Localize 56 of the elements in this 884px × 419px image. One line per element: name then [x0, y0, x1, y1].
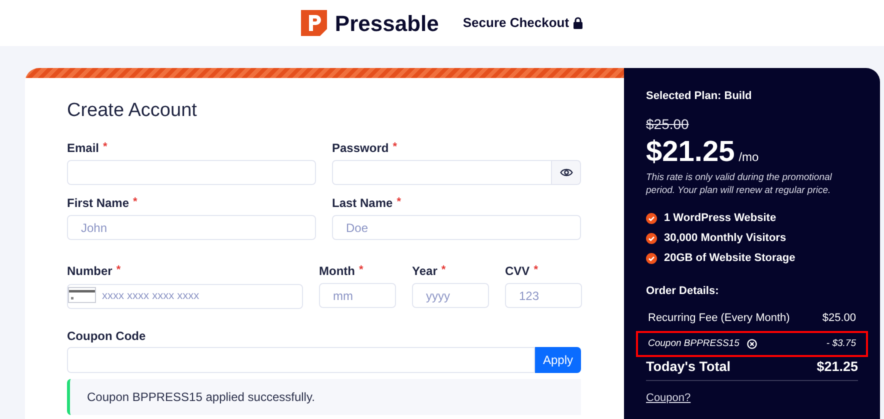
card-number-field[interactable]: xxxx xxxx xxxx xxxx [67, 284, 303, 308]
password-field[interactable] [332, 160, 552, 185]
check-icon [646, 212, 657, 224]
field-label: Last Name [332, 194, 393, 212]
required-mark: * [103, 140, 108, 156]
brand-name: Pressable [334, 10, 439, 38]
field-label: First Name [67, 194, 130, 212]
required-mark: * [358, 263, 364, 278]
field-label: Number [67, 262, 112, 280]
field-label: Month [319, 262, 355, 280]
coupon-field[interactable] [67, 347, 535, 373]
required-mark: * [441, 263, 446, 278]
credit-card-icon [68, 287, 96, 303]
field-label: Year [412, 262, 438, 280]
success-message: Coupon BPPRESS15 applied successfully. [87, 389, 315, 406]
total-label: Today's Total [646, 358, 730, 376]
total-amount: $21.25 [816, 358, 858, 376]
line-label: Recurring Fee (Every Month) [648, 310, 790, 326]
logo-icon [300, 10, 327, 36]
feature-text: 20GB of Website Storage [664, 250, 796, 266]
coupon-link[interactable]: Coupon? [646, 390, 691, 406]
lock-icon [573, 17, 584, 29]
secure-checkout-label: Secure Checkout [462, 14, 570, 32]
check-icon [646, 232, 657, 244]
price-period: /mo [738, 149, 759, 166]
required-mark: * [392, 140, 397, 156]
required-mark: * [534, 263, 538, 278]
required-mark: * [396, 195, 401, 210]
field-label: Coupon Code [67, 328, 147, 340]
line-amount: - $3.75 [826, 336, 856, 351]
field-label: CVV [505, 262, 530, 280]
coupon-label: Coupon BPPRESS15 [648, 336, 740, 351]
remove-coupon-icon[interactable] [747, 339, 758, 349]
field-label: Password [332, 140, 389, 156]
feature-text: 1 WordPress Website [664, 210, 776, 226]
show-password-button[interactable] [552, 160, 581, 185]
input-field[interactable]: Doe [332, 215, 581, 240]
required-mark: * [116, 263, 121, 278]
field-label: Email [67, 140, 100, 156]
check-icon [646, 252, 657, 264]
line-amount: $25.00 [822, 310, 856, 326]
required-mark: * [133, 195, 138, 210]
apply-button[interactable]: Apply [535, 347, 581, 373]
input-field[interactable] [67, 160, 316, 185]
eye-icon [560, 168, 572, 177]
price: $21.25 [646, 135, 735, 170]
feature-text: 30,000 Monthly Visitors [664, 230, 786, 246]
form-title: Create Account [67, 99, 198, 123]
input-field[interactable]: yyyy [412, 283, 489, 308]
input-field[interactable]: 123 [505, 283, 582, 308]
old-price: $25.00 [646, 115, 689, 131]
input-field[interactable]: John [67, 215, 316, 240]
plan-name: Selected Plan: Build [646, 89, 753, 102]
promo-note: This rate is only valid during the promotional period. Your plan will renew at regular price. [646, 171, 833, 197]
input-field[interactable]: mm [319, 283, 396, 308]
order-details-title: Order Details: [646, 284, 720, 297]
